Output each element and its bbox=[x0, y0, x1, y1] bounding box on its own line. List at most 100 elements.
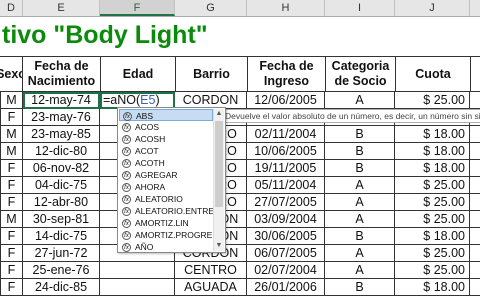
cell-extra[interactable] bbox=[470, 262, 480, 279]
cell-sexo[interactable]: F bbox=[0, 160, 23, 177]
header-sexo[interactable]: Sexo bbox=[0, 56, 26, 92]
cell-fecha-nacimiento[interactable]: 23-may-85 bbox=[23, 126, 100, 143]
cell-sexo[interactable]: F bbox=[0, 109, 23, 126]
column-header-h[interactable]: H bbox=[247, 0, 325, 16]
header-extra[interactable] bbox=[470, 56, 480, 92]
cell-fecha-ingreso[interactable]: 02/11/2004 bbox=[247, 126, 325, 143]
cell-fecha-nacimiento[interactable]: 27-jun-72 bbox=[23, 245, 100, 262]
cell-extra[interactable] bbox=[470, 245, 480, 262]
autocomplete-item[interactable]: fx ALEATORIO bbox=[119, 193, 213, 205]
cell-sexo[interactable]: F bbox=[0, 228, 23, 245]
cell-cuota[interactable]: $ 18.00 bbox=[395, 160, 470, 177]
title-row[interactable]: tivo "Body Light" bbox=[0, 16, 480, 56]
cell-fecha-ingreso[interactable]: 06/07/2005 bbox=[247, 245, 325, 262]
column-header-e[interactable]: E bbox=[23, 0, 100, 16]
cell-fecha-nacimiento[interactable]: 23-may-76 bbox=[23, 109, 100, 126]
cell-fecha-ingreso[interactable]: 30/06/2005 bbox=[247, 228, 325, 245]
autocomplete-scroll-thumb[interactable] bbox=[215, 121, 223, 207]
autocomplete-item[interactable]: fx AHORA bbox=[119, 181, 213, 193]
scroll-up-arrow-icon[interactable]: ▲ bbox=[214, 109, 224, 119]
cell-sexo[interactable]: F bbox=[0, 194, 23, 211]
cell-sexo[interactable]: M bbox=[0, 211, 23, 228]
cell-sexo[interactable]: M bbox=[0, 143, 23, 160]
autocomplete-item[interactable]: fx ALEATORIO.ENTRE bbox=[119, 205, 214, 217]
cell-extra[interactable] bbox=[470, 279, 480, 296]
cell-fecha-nacimiento[interactable]: 04-dic-75 bbox=[23, 177, 100, 194]
column-header-d[interactable]: D bbox=[0, 0, 23, 16]
cell-extra[interactable] bbox=[470, 211, 480, 228]
cell-fecha-ingreso[interactable]: 26/01/2006 bbox=[247, 279, 325, 296]
cell-sexo[interactable]: F bbox=[0, 177, 23, 194]
autocomplete-item[interactable]: fx AÑO bbox=[119, 241, 213, 253]
column-header-f[interactable]: F bbox=[100, 0, 175, 16]
autocomplete-item[interactable]: fx ACOT bbox=[119, 145, 213, 157]
cell-categoria[interactable]: A bbox=[325, 211, 395, 228]
cell-cuota[interactable]: $ 25.00 bbox=[395, 211, 470, 228]
autocomplete-scrollbar[interactable]: ▲ ▼ bbox=[213, 109, 224, 251]
autocomplete-item[interactable]: fx ABS bbox=[119, 109, 213, 122]
cell-categoria[interactable]: A bbox=[325, 194, 395, 211]
header-categoria-socio[interactable]: Categoria de Socio bbox=[325, 56, 396, 92]
cell-sexo[interactable]: M bbox=[0, 126, 23, 143]
header-fecha-ingreso[interactable]: Fecha de Ingreso bbox=[247, 56, 326, 92]
cell-extra[interactable] bbox=[470, 160, 480, 177]
cell-fecha-ingreso[interactable]: 10/06/2005 bbox=[247, 143, 325, 160]
column-header-j[interactable]: J bbox=[395, 0, 470, 16]
cell-cuota[interactable]: $ 25.00 bbox=[395, 92, 470, 109]
header-fecha-nacimiento[interactable]: Fecha de Nacimiento bbox=[22, 56, 101, 92]
cell-fecha-nacimiento[interactable]: 24-dic-85 bbox=[23, 279, 100, 296]
cell-cuota[interactable]: $ 18.00 bbox=[395, 228, 470, 245]
cell-barrio[interactable]: AGUADA bbox=[175, 279, 247, 296]
cell-sexo[interactable]: F bbox=[0, 279, 23, 296]
cell-extra[interactable] bbox=[470, 194, 480, 211]
autocomplete-item[interactable]: fx AMORTIZ.LIN bbox=[119, 217, 213, 229]
cell-categoria[interactable]: A bbox=[325, 92, 395, 109]
cell-categoria[interactable]: A bbox=[325, 262, 395, 279]
cell-fecha-ingreso[interactable]: 02/07/2004 bbox=[247, 262, 325, 279]
cell-fecha-nacimiento[interactable]: 25-ene-76 bbox=[23, 262, 100, 279]
cell-categoria[interactable]: B bbox=[325, 126, 395, 143]
cell-fecha-nacimiento[interactable]: 06-nov-82 bbox=[23, 160, 100, 177]
cell-cuota[interactable]: $ 18.00 bbox=[395, 126, 470, 143]
cell-edad[interactable] bbox=[100, 279, 175, 296]
scroll-down-arrow-icon[interactable]: ▼ bbox=[214, 241, 224, 251]
cell-extra[interactable] bbox=[470, 143, 480, 160]
cell-sexo[interactable]: F bbox=[0, 245, 23, 262]
header-barrio[interactable]: Barrio bbox=[175, 56, 248, 92]
cell-categoria[interactable]: B bbox=[325, 160, 395, 177]
cell-fecha-nacimiento[interactable]: 30-sep-81 bbox=[23, 211, 100, 228]
cell-extra[interactable] bbox=[470, 126, 480, 143]
cell-cuota[interactable]: $ 25.00 bbox=[395, 194, 470, 211]
cell-categoria[interactable]: B bbox=[325, 228, 395, 245]
cell-categoria[interactable]: A bbox=[325, 245, 395, 262]
cell-extra[interactable] bbox=[470, 177, 480, 194]
column-header-k[interactable] bbox=[470, 0, 480, 16]
cell-barrio[interactable]: CENTRO bbox=[175, 262, 247, 279]
cell-fecha-ingreso[interactable]: 27/07/2005 bbox=[247, 194, 325, 211]
cell-fecha-ingreso[interactable]: 03/09/2004 bbox=[247, 211, 325, 228]
header-cuota[interactable]: Cuota bbox=[395, 56, 471, 92]
function-autocomplete-list[interactable]: fx ABS fx ACOS fx ACOSH fx ACOT fx ACOTH fx AGREGAR… bbox=[117, 107, 226, 253]
cell-categoria[interactable]: B bbox=[325, 279, 395, 296]
cell-cuota[interactable]: $ 25.00 bbox=[395, 177, 470, 194]
cell-sexo[interactable]: F bbox=[0, 262, 23, 279]
cell-sexo[interactable]: M bbox=[0, 92, 23, 109]
cell-categoria[interactable]: A bbox=[325, 177, 395, 194]
cell-fecha-nacimiento[interactable]: 12-abr-80 bbox=[23, 194, 100, 211]
autocomplete-item[interactable]: fx ACOS bbox=[119, 121, 213, 133]
cell-fecha-ingreso[interactable]: 12/06/2005 bbox=[247, 92, 325, 109]
cell-fecha-nacimiento[interactable]: 12-dic-80 bbox=[23, 143, 100, 160]
cell-cuota[interactable]: $ 25.00 bbox=[395, 262, 470, 279]
autocomplete-item[interactable]: fx AGREGAR bbox=[119, 169, 213, 181]
cell-fecha-ingreso[interactable]: 19/11/2005 bbox=[247, 160, 325, 177]
column-header-g[interactable]: G bbox=[175, 0, 247, 16]
column-header-i[interactable]: I bbox=[325, 0, 395, 16]
cell-extra[interactable] bbox=[470, 228, 480, 245]
cell-fecha-nacimiento[interactable]: 14-dic-75 bbox=[23, 228, 100, 245]
cell-edad[interactable] bbox=[100, 262, 175, 279]
autocomplete-item[interactable]: fx AMORTIZ.PROGRE bbox=[119, 229, 213, 241]
autocomplete-item[interactable]: fx ACOSH bbox=[119, 133, 213, 145]
cell-cuota[interactable]: $ 25.00 bbox=[395, 245, 470, 262]
cell-cuota[interactable]: $ 18.00 bbox=[395, 143, 470, 160]
cell-fecha-nacimiento[interactable]: 12-may-74 bbox=[23, 92, 100, 109]
